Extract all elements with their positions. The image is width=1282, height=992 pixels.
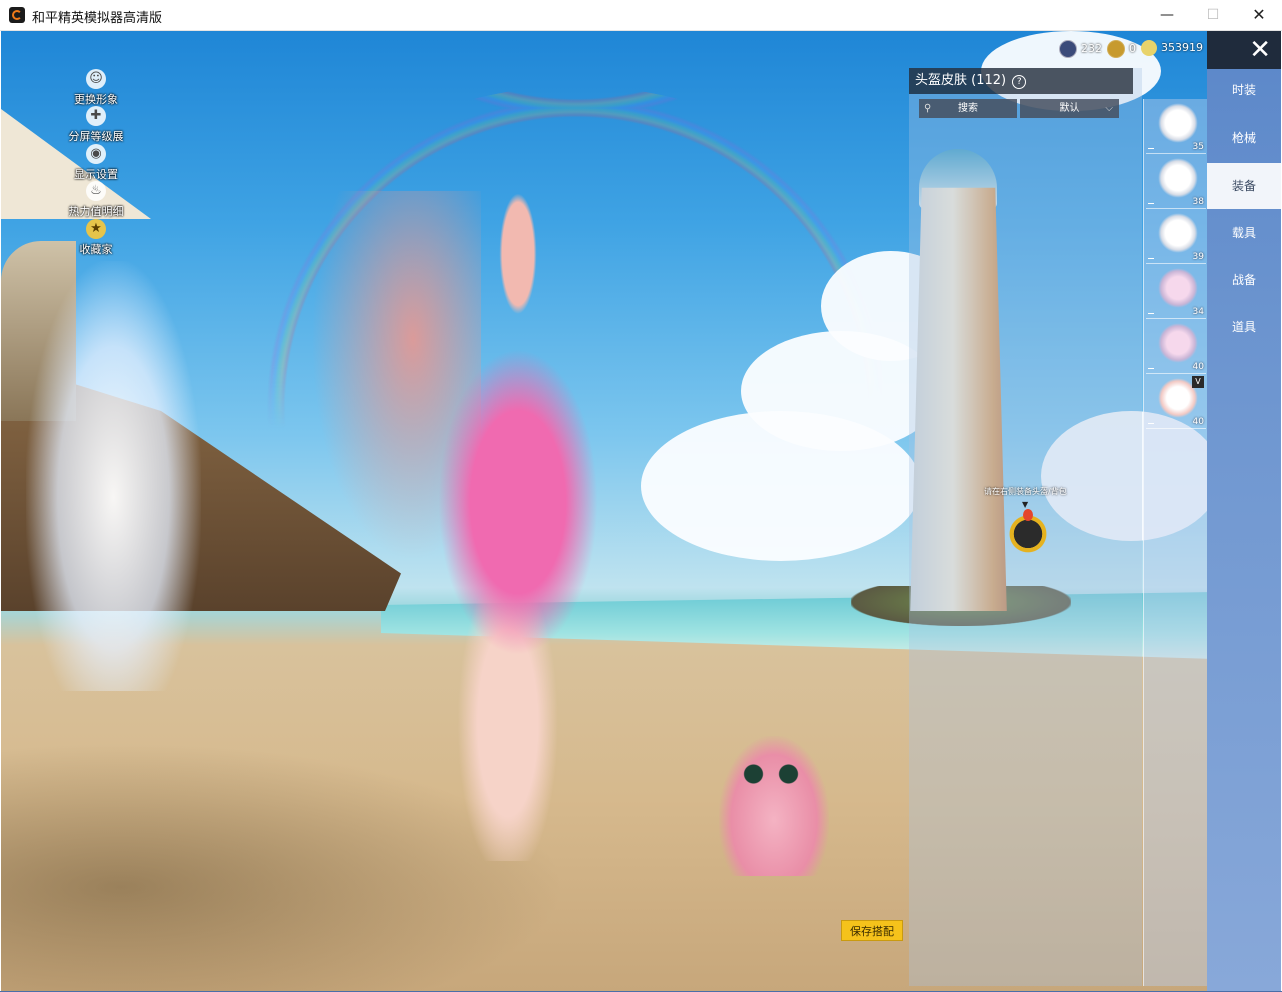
left-menu-label: 显示设置: [74, 168, 118, 181]
currency-value: 353919: [1161, 41, 1203, 54]
item-count: 34: [1192, 307, 1204, 317]
hint-arrow-icon: ▼: [1022, 500, 1029, 509]
pet-eyes: [736, 763, 806, 785]
left-menu-label: 热力值明细: [68, 205, 124, 218]
item-count: 39: [1192, 252, 1204, 262]
item-card[interactable]: 34: [1146, 264, 1206, 319]
tab-vehicles[interactable]: 载具: [1207, 210, 1281, 256]
game-viewport: ☺ 更换形象 ✚ 分屏等级展 ◉ 显示设置 ♨ 热力值明细 ★ 收藏家 232 …: [1, 31, 1281, 991]
item-count: 38: [1192, 197, 1204, 207]
collector-icon: ★: [86, 219, 106, 239]
item-count: 35: [1192, 142, 1204, 152]
item-marker: [1148, 368, 1154, 369]
helmet-skin-icon: [1158, 213, 1198, 253]
maximize-button[interactable]: ☐: [1190, 0, 1236, 30]
fire-icon: ♨: [86, 181, 106, 201]
helmet-skin-icon: [1158, 103, 1198, 143]
item-count: 40: [1192, 417, 1204, 427]
close-icon[interactable]: ✕: [1207, 31, 1281, 69]
sort-value: 默认: [1059, 103, 1080, 114]
search-icon: ⚲: [924, 103, 932, 114]
equip-hint: 请在右侧装备头盔/背包: [984, 487, 1067, 496]
tab-equipment[interactable]: 装备: [1207, 163, 1281, 209]
tab-fashion[interactable]: 时装: [1207, 67, 1281, 113]
eye-icon: ◉: [86, 144, 106, 164]
crystal-deer: [26, 261, 201, 691]
tab-combat-gear[interactable]: 战备: [1207, 257, 1281, 303]
left-menu-label: 收藏家: [79, 243, 113, 256]
window-close-button[interactable]: ✕: [1236, 0, 1282, 30]
skin-panel: 头盔皮肤 (112) ? ⚲ 搜索 默认 ⌵ 请在右侧装备头盔/背包 ▼: [909, 68, 1142, 986]
collector-button[interactable]: ★ 收藏家: [61, 219, 131, 257]
minimize-button[interactable]: —: [1144, 0, 1190, 30]
item-card[interactable]: 40: [1146, 319, 1206, 374]
chevron-down-icon: ⌵: [1105, 103, 1113, 114]
plus-icon: ✚: [86, 106, 106, 126]
item-marker: [1148, 423, 1154, 424]
window-title: 和平精英模拟器高清版: [32, 11, 163, 26]
item-card[interactable]: V 40: [1146, 374, 1206, 429]
item-card[interactable]: 35: [1146, 99, 1206, 154]
item-marker: [1148, 148, 1154, 149]
currency-value: 0: [1129, 42, 1136, 55]
app-logo-icon: [9, 7, 25, 23]
category-tabs: ✕ 时装 枪械 装备 载具 战备 道具: [1207, 31, 1281, 991]
left-menu-label: 更换形象: [74, 93, 118, 106]
window-titlebar: 和平精英模拟器高清版 — ☐ ✕: [0, 0, 1282, 31]
pet-model[interactable]: [719, 736, 829, 876]
display-settings-button[interactable]: ◉ 显示设置: [61, 144, 131, 182]
diamond-coin-icon: [1141, 40, 1157, 56]
item-badge: V: [1192, 376, 1204, 388]
helmet-preview[interactable]: [1007, 509, 1049, 557]
item-marker: [1148, 258, 1154, 259]
item-count: 40: [1192, 362, 1204, 372]
tab-props[interactable]: 道具: [1207, 304, 1281, 350]
item-card[interactable]: 39: [1146, 209, 1206, 264]
character-model[interactable]: [331, 171, 671, 861]
currency-gold: 0: [1107, 40, 1136, 58]
search-label: 搜索: [958, 103, 978, 114]
save-outfit-button[interactable]: 保存搭配: [841, 920, 903, 941]
avatar-icon: ☺: [86, 69, 106, 89]
helmet-skin-icon: [1158, 268, 1198, 308]
sort-dropdown[interactable]: 默认 ⌵: [1020, 99, 1119, 118]
item-card[interactable]: 38: [1146, 154, 1206, 209]
helmet-skin-icon: [1158, 323, 1198, 363]
search-input[interactable]: ⚲ 搜索: [919, 99, 1017, 118]
item-marker: [1148, 313, 1154, 314]
help-icon[interactable]: ?: [1012, 75, 1027, 89]
currency-value: 232: [1081, 42, 1102, 55]
heat-value-button[interactable]: ♨ 热力值明细: [61, 181, 131, 219]
cloud: [641, 411, 921, 561]
gold-coin-icon: [1107, 40, 1125, 58]
tab-weapons[interactable]: 枪械: [1207, 115, 1281, 161]
token-icon: [1059, 40, 1077, 58]
split-level-button[interactable]: ✚ 分屏等级展: [61, 106, 131, 144]
item-marker: [1148, 203, 1154, 204]
change-avatar-button[interactable]: ☺ 更换形象: [61, 69, 131, 107]
panel-title: 头盔皮肤 (112): [915, 73, 1007, 88]
helmet-skin-icon: [1158, 158, 1198, 198]
currency-token: 232: [1059, 40, 1102, 58]
currency-diamond: 353919: [1141, 40, 1203, 58]
panel-header: 头盔皮肤 (112) ?: [909, 68, 1133, 94]
left-menu-label: 分屏等级展: [68, 130, 124, 143]
item-list: 35 38 39 34 40 V 40: [1143, 99, 1207, 986]
